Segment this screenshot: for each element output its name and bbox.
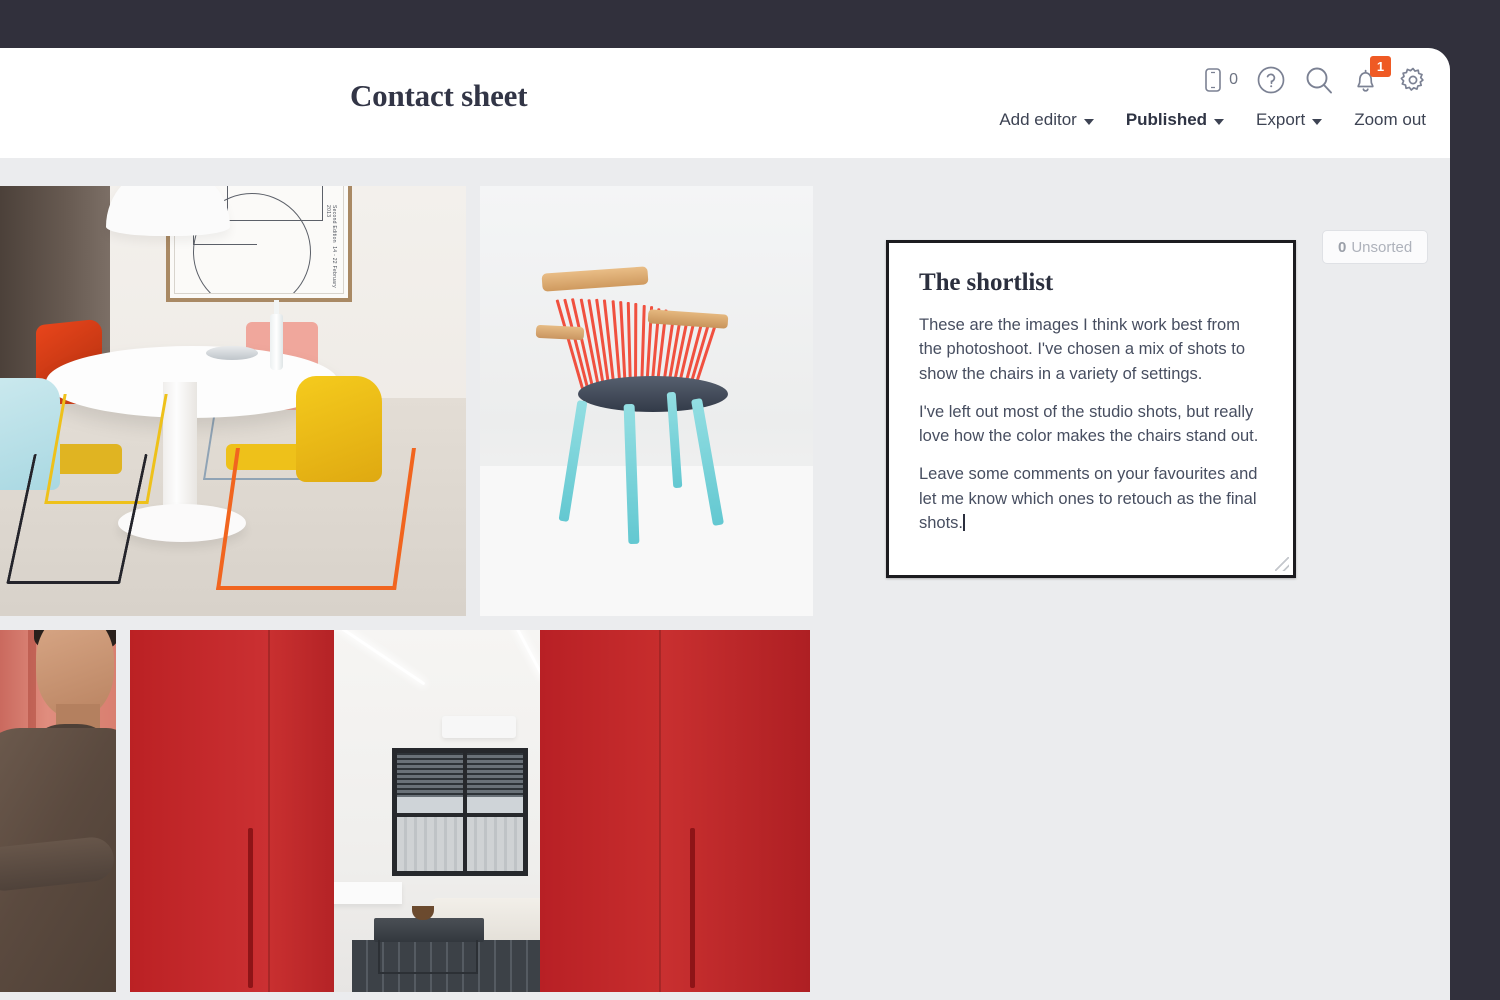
mobile-preview-icon xyxy=(1203,67,1223,93)
chevron-down-icon xyxy=(1312,118,1323,125)
photo-grid-row: Second Edition 14 - 22 February 2013 xyxy=(0,186,815,616)
settings-button[interactable] xyxy=(1398,65,1428,95)
page-title: Contact sheet xyxy=(350,78,528,113)
search-button[interactable] xyxy=(1304,65,1334,95)
shortlist-paragraph[interactable]: Leave some comments on your favourites a… xyxy=(919,462,1263,535)
screen: Contact sheet 0 1 Add editor Published E… xyxy=(0,0,1500,1000)
zoom-out-label: Zoom out xyxy=(1354,110,1426,129)
photo-dining-room[interactable]: Second Edition 14 - 22 February 2013 xyxy=(0,186,466,616)
shortlist-paragraph-text: Leave some comments on your favourites a… xyxy=(919,465,1258,532)
add-editor-menu[interactable]: Add editor xyxy=(999,110,1094,130)
settings-gear-icon xyxy=(1398,65,1428,95)
photo-dining-room-image: Second Edition 14 - 22 February 2013 xyxy=(0,186,466,616)
unsorted-filter-pill[interactable]: 0 Unsorted xyxy=(1322,230,1429,264)
app-window: Contact sheet 0 1 Add editor Published E… xyxy=(0,48,1450,1000)
text-cursor xyxy=(963,513,965,531)
chevron-down-icon xyxy=(1083,118,1094,125)
content-canvas: Second Edition 14 - 22 February 2013 0 U… xyxy=(0,158,1450,1000)
shortlist-paragraph: I've left out most of the studio shots, … xyxy=(919,402,1259,445)
decorative-shape xyxy=(555,299,585,393)
unsorted-label: Unsorted xyxy=(1351,238,1413,256)
notifications-button[interactable]: 1 xyxy=(1352,56,1391,95)
mobile-preview-count: 0 xyxy=(1229,71,1238,88)
photo-red-wardrobe-image xyxy=(130,630,810,992)
shortlist-note-panel[interactable]: The shortlist These are the images I thi… xyxy=(886,240,1296,578)
help-icon xyxy=(1256,65,1286,95)
header-icon-row: 0 1 xyxy=(1203,56,1428,102)
published-label: Published xyxy=(1125,110,1208,129)
photo-grid-row xyxy=(0,630,815,992)
header-toolbar: Add editor Published Export Zoom out xyxy=(999,110,1426,130)
photo-model-portrait-image xyxy=(0,630,116,992)
export-label: Export xyxy=(1256,110,1306,129)
published-status-menu[interactable]: Published xyxy=(1125,110,1225,130)
resize-handle[interactable] xyxy=(1275,557,1289,571)
app-header: Contact sheet 0 1 Add editor Published E… xyxy=(0,48,1450,158)
photo-studio-chair[interactable] xyxy=(480,186,813,616)
photo-model-portrait[interactable] xyxy=(0,630,116,992)
photo-grid: Second Edition 14 - 22 February 2013 xyxy=(0,186,815,992)
mobile-preview-button[interactable]: 0 xyxy=(1203,67,1238,93)
export-menu[interactable]: Export xyxy=(1256,110,1323,130)
shortlist-paragraph: These are the images I think work best f… xyxy=(919,316,1246,383)
chevron-down-icon xyxy=(1214,118,1225,125)
photo-studio-chair-image xyxy=(480,186,813,616)
help-button[interactable] xyxy=(1256,65,1286,95)
unsorted-count: 0 xyxy=(1338,238,1347,256)
photo-red-wardrobe[interactable] xyxy=(130,630,810,992)
shortlist-title: The shortlist xyxy=(919,269,1054,296)
zoom-out-button[interactable]: Zoom out xyxy=(1354,110,1426,130)
notifications-badge: 1 xyxy=(1370,56,1391,77)
add-editor-label: Add editor xyxy=(999,110,1077,129)
search-icon xyxy=(1304,65,1334,95)
